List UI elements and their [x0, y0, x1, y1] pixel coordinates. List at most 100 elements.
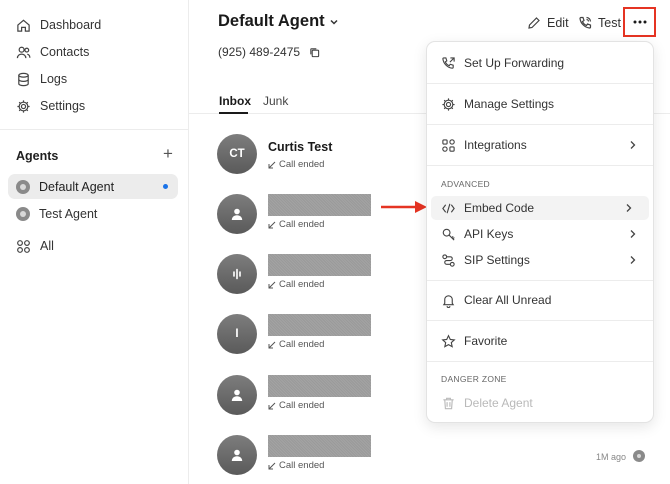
- chevron-right-icon: [630, 141, 636, 149]
- menu-item-sip-settings[interactable]: SIP Settings: [427, 248, 653, 272]
- call-status: Call ended: [268, 279, 324, 290]
- copy-icon[interactable]: [309, 47, 320, 58]
- gear-icon: [17, 99, 30, 113]
- call-list-item[interactable]: Call ended: [217, 254, 417, 296]
- call-list-item[interactable]: I Call ended: [217, 314, 417, 356]
- agent-item-label: Test Agent: [39, 206, 98, 221]
- incoming-arrow-icon: [268, 402, 276, 409]
- test-button[interactable]: Test: [578, 15, 621, 31]
- contact-avatar: [217, 254, 257, 294]
- chevron-right-icon: [630, 230, 636, 238]
- call-status: Call ended: [268, 219, 324, 230]
- nav-all-agents[interactable]: All: [16, 235, 54, 257]
- nav-all-label: All: [40, 239, 54, 253]
- menu-divider: [427, 361, 653, 362]
- edit-button[interactable]: Edit: [527, 15, 569, 31]
- agent-avatar-icon: [16, 206, 30, 221]
- call-list-item[interactable]: CT Curtis Test Call ended: [217, 134, 417, 176]
- call-status: Call ended: [268, 339, 324, 350]
- agents-heading: Agents: [16, 149, 59, 163]
- menu-item-set-up-forwarding[interactable]: Set Up Forwarding: [427, 51, 653, 75]
- menu-divider: [427, 165, 653, 166]
- more-options-button[interactable]: [623, 7, 656, 37]
- nav-settings[interactable]: Settings: [16, 95, 85, 117]
- menu-item-embed-code[interactable]: Embed Code: [431, 196, 649, 220]
- phone-number: (925) 489-2475: [218, 45, 301, 59]
- nav-dashboard-label: Dashboard: [40, 18, 102, 32]
- menu-item-label: Favorite: [464, 334, 508, 348]
- menu-item-manage-settings[interactable]: Manage Settings: [427, 92, 653, 116]
- agent-item-label: Default Agent: [39, 179, 115, 194]
- redacted-contact-name: [268, 435, 371, 457]
- chevron-down-icon: [330, 19, 338, 25]
- menu-item-label: API Keys: [464, 227, 514, 241]
- contact-avatar: [217, 435, 257, 475]
- pencil-icon: [528, 17, 540, 29]
- nav-contacts-label: Contacts: [40, 45, 90, 59]
- active-tab-indicator: [219, 112, 248, 114]
- call-list-item[interactable]: Call ended: [217, 375, 417, 417]
- call-status: Call ended: [268, 460, 324, 471]
- star-icon: [441, 333, 456, 348]
- redacted-contact-name: [268, 314, 371, 336]
- sidebar-divider: [0, 129, 188, 130]
- menu-item-label: Embed Code: [464, 201, 535, 215]
- ellipsis-icon: [633, 20, 646, 24]
- redacted-contact-name: [268, 375, 371, 397]
- nav-settings-label: Settings: [40, 99, 86, 113]
- sidebar: Dashboard Contacts Logs Settings Agents …: [0, 0, 189, 484]
- contact-avatar: [217, 375, 257, 415]
- menu-item-clear-all-unread[interactable]: Clear All Unread: [427, 288, 653, 312]
- nav-logs-label: Logs: [40, 72, 68, 86]
- agent-avatar-icon: [16, 179, 30, 194]
- nav-logs[interactable]: Logs: [16, 68, 67, 90]
- agent-item-test-agent[interactable]: Test Agent: [8, 201, 178, 226]
- add-agent-button[interactable]: +: [160, 145, 176, 163]
- home-icon: [17, 19, 30, 32]
- database-icon: [18, 72, 29, 86]
- waveform-icon: [233, 268, 241, 280]
- agent-title-dropdown[interactable]: Default Agent: [218, 12, 339, 31]
- tab-junk[interactable]: Junk: [263, 94, 288, 108]
- person-icon: [231, 389, 243, 401]
- key-icon: [442, 228, 455, 241]
- call-status-label: Call ended: [279, 339, 325, 350]
- menu-item-label: Clear All Unread: [464, 293, 552, 307]
- nav-contacts[interactable]: Contacts: [16, 41, 89, 63]
- menu-item-integrations[interactable]: Integrations: [427, 133, 653, 157]
- contact-avatar: [217, 194, 257, 234]
- danger-zone-heading: DANGER ZONE: [441, 374, 507, 384]
- contact-name: Curtis Test: [268, 140, 333, 154]
- call-status-label: Call ended: [279, 400, 325, 411]
- call-status-label: Call ended: [279, 279, 325, 290]
- menu-divider: [427, 320, 653, 321]
- agent-avatar-icon: [633, 450, 645, 462]
- phone-forward-icon: [442, 56, 455, 69]
- call-list-item[interactable]: Call ended: [217, 435, 417, 477]
- users-icon: [16, 46, 31, 58]
- chevron-right-icon: [626, 204, 632, 212]
- menu-item-label: Delete Agent: [464, 396, 533, 410]
- annotation-arrow-icon: [381, 201, 427, 213]
- menu-item-api-keys[interactable]: API Keys: [427, 222, 653, 246]
- tab-inbox[interactable]: Inbox: [219, 94, 251, 108]
- call-status-label: Call ended: [279, 159, 325, 170]
- agent-item-default-agent[interactable]: Default Agent: [8, 174, 178, 199]
- menu-item-label: Integrations: [464, 138, 527, 152]
- menu-divider: [427, 280, 653, 281]
- menu-item-favorite[interactable]: Favorite: [427, 329, 653, 353]
- integrations-icon: [442, 138, 455, 152]
- incoming-arrow-icon: [268, 341, 276, 348]
- grid-icon: [17, 239, 30, 253]
- redacted-contact-name: [268, 254, 371, 276]
- menu-item-label: SIP Settings: [464, 253, 530, 267]
- trash-icon: [443, 397, 454, 409]
- person-icon: [231, 208, 243, 220]
- call-status-label: Call ended: [279, 460, 325, 471]
- nav-dashboard[interactable]: Dashboard: [16, 14, 101, 36]
- incoming-arrow-icon: [268, 221, 276, 228]
- menu-item-delete-agent[interactable]: Delete Agent: [427, 391, 653, 415]
- bell-icon: [442, 294, 455, 308]
- test-label: Test: [598, 16, 621, 30]
- menu-divider: [427, 124, 653, 125]
